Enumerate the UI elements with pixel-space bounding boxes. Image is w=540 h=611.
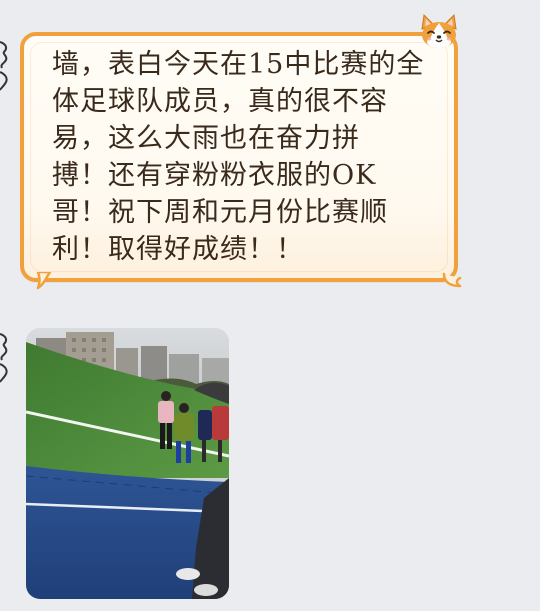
message-bubble[interactable]: 墙，表白今天在15中比赛的全 体足球队成员，真的很不容 易，这么大雨也在奋力拼 … [20, 32, 462, 290]
sender-avatar[interactable] [0, 330, 10, 386]
corgi-icon [421, 13, 457, 48]
football-match-photo [26, 328, 229, 599]
sender-avatar[interactable] [0, 38, 10, 94]
photo-message[interactable] [26, 328, 229, 599]
bubble-curl-decoration [442, 272, 462, 288]
bubble-tail [36, 272, 52, 290]
chat-view: 墙，表白今天在15中比赛的全 体足球队成员，真的很不容 易，这么大雨也在奋力拼 … [0, 0, 540, 611]
message-text: 墙，表白今天在15中比赛的全 体足球队成员，真的很不容 易，这么大雨也在奋力拼 … [52, 49, 425, 265]
